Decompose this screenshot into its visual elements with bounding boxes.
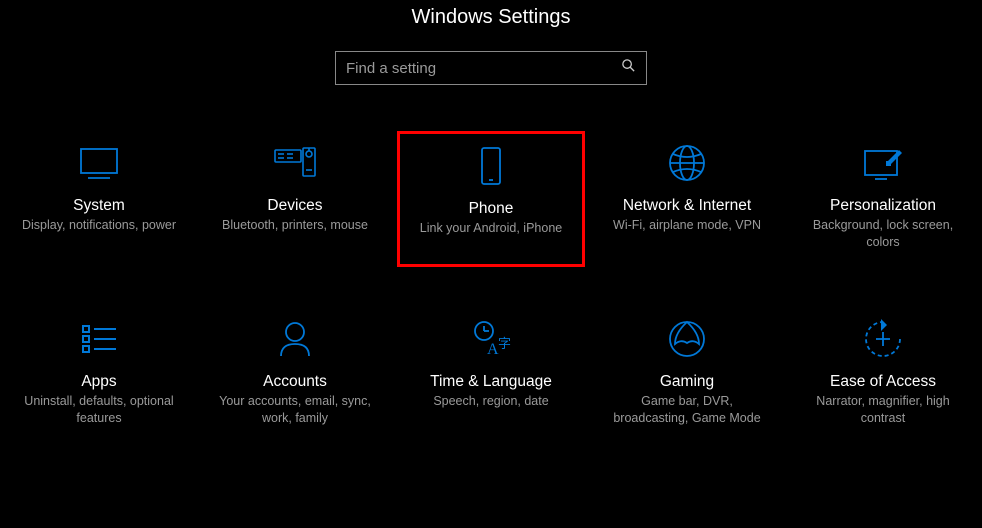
tile-subtitle: Link your Android, iPhone [406,220,576,237]
tile-accounts[interactable]: Accounts Your accounts, email, sync, wor… [201,307,389,443]
tile-subtitle: Wi-Fi, airplane mode, VPN [599,217,775,234]
time-language-icon: A 字 [403,315,579,363]
tile-apps[interactable]: Apps Uninstall, defaults, optional featu… [5,307,193,443]
tile-title: Devices [207,197,383,215]
tile-title: Gaming [599,373,775,391]
tile-network[interactable]: Network & Internet Wi-Fi, airplane mode,… [593,131,781,267]
tile-subtitle: Narrator, magnifier, high contrast [795,393,971,427]
settings-grid: System Display, notifications, power Dev… [0,131,982,443]
tile-title: System [11,197,187,215]
tile-title: Personalization [795,197,971,215]
tile-subtitle: Speech, region, date [403,393,579,410]
tile-devices[interactable]: Devices Bluetooth, printers, mouse [201,131,389,267]
ease-of-access-icon [795,315,971,363]
tile-subtitle: Display, notifications, power [11,217,187,234]
gaming-icon [599,315,775,363]
tile-subtitle: Background, lock screen, colors [795,217,971,251]
tile-title: Time & Language [403,373,579,391]
tile-time-language[interactable]: A 字 Time & Language Speech, region, date [397,307,585,443]
tile-subtitle: Uninstall, defaults, optional features [11,393,187,427]
tile-subtitle: Game bar, DVR, broadcasting, Game Mode [599,393,775,427]
personalization-icon [795,139,971,187]
phone-icon [406,142,576,190]
tile-subtitle: Bluetooth, printers, mouse [207,217,383,234]
globe-icon [599,139,775,187]
tile-gaming[interactable]: Gaming Game bar, DVR, broadcasting, Game… [593,307,781,443]
search-input[interactable] [346,60,606,77]
page-title: Windows Settings [0,6,982,29]
search-icon [621,58,636,78]
tile-title: Apps [11,373,187,391]
search-box[interactable] [335,51,647,85]
tile-title: Accounts [207,373,383,391]
devices-icon [207,139,383,187]
accounts-icon [207,315,383,363]
system-icon [11,139,187,187]
tile-system[interactable]: System Display, notifications, power [5,131,193,267]
tile-title: Phone [406,200,576,218]
tile-subtitle: Your accounts, email, sync, work, family [207,393,383,427]
tile-phone[interactable]: Phone Link your Android, iPhone [397,131,585,267]
apps-icon [11,315,187,363]
tile-personalization[interactable]: Personalization Background, lock screen,… [789,131,977,267]
tile-ease-of-access[interactable]: Ease of Access Narrator, magnifier, high… [789,307,977,443]
svg-text:字: 字 [498,336,511,351]
tile-title: Network & Internet [599,197,775,215]
tile-title: Ease of Access [795,373,971,391]
